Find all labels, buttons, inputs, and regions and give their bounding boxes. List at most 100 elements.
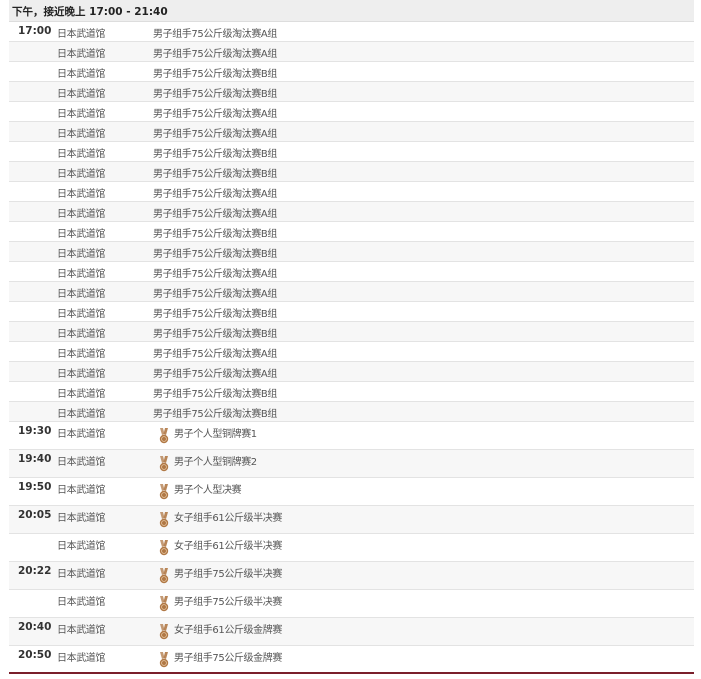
row-event: 男子组手75公斤级金牌赛 [174,653,282,664]
schedule-row: 日本武道馆 女子组手61公斤级半决赛 [9,534,694,562]
schedule-row: 日本武道馆 男子组手75公斤级淘汰赛B组 [9,162,694,182]
medal-icon [159,568,169,584]
row-venue: 日本武道馆 [57,485,105,496]
row-venue: 日本武道馆 [57,597,105,608]
medal-icon [159,624,169,640]
row-venue: 日本武道馆 [57,289,105,300]
row-event: 男子个人型决赛 [174,485,242,496]
row-venue: 日本武道馆 [57,513,105,524]
medal-icon [159,512,169,528]
row-venue: 日本武道馆 [57,409,105,420]
row-venue: 日本武道馆 [57,329,105,340]
row-time: 19:50 [18,481,52,493]
medal-icon [159,540,169,556]
row-event: 女子组手61公斤级半决赛 [174,541,282,552]
schedule-row: 日本武道馆 男子组手75公斤级淘汰赛B组 [9,82,694,102]
schedule-table: 下午，接近晚上 17:00 - 21:40 17:00 日本武道馆 男子组手75公斤… [9,0,694,674]
medal-icon [159,596,169,612]
row-venue: 日本武道馆 [57,189,105,200]
row-event: 男子组手75公斤级淘汰赛B组 [153,149,277,160]
row-event: 男子组手75公斤级淘汰赛A组 [153,209,277,220]
schedule-row: 日本武道馆 男子组手75公斤级淘汰赛A组 [9,202,694,222]
row-event: 男子组手75公斤级淘汰赛B组 [153,69,277,80]
schedule-row: 日本武道馆 男子组手75公斤级淘汰赛A组 [9,342,694,362]
schedule-row: 日本武道馆 男子组手75公斤级淘汰赛A组 [9,282,694,302]
row-event: 男子组手75公斤级淘汰赛B组 [153,309,277,320]
row-venue: 日本武道馆 [57,209,105,220]
row-time: 20:40 [18,621,52,633]
row-event: 男子组手75公斤级淘汰赛A组 [153,109,277,120]
schedule-row: 日本武道馆 男子组手75公斤级淘汰赛B组 [9,322,694,342]
schedule-row: 日本武道馆 男子组手75公斤级淘汰赛A组 [9,102,694,122]
medal-icon [159,456,169,472]
schedule-row: 日本武道馆 男子组手75公斤级淘汰赛A组 [9,182,694,202]
row-venue: 日本武道馆 [57,541,105,552]
row-venue: 日本武道馆 [57,389,105,400]
schedule-row: 20:05 日本武道馆 女子组手61公斤级半决赛 [9,506,694,534]
row-venue: 日本武道馆 [57,249,105,260]
row-event: 女子组手61公斤级半决赛 [174,513,282,524]
row-event: 男子个人型铜牌赛1 [174,429,257,440]
medal-icon [159,484,169,500]
row-event: 男子组手75公斤级淘汰赛B组 [153,409,277,420]
row-event: 男子组手75公斤级淘汰赛A组 [153,189,277,200]
schedule-row: 20:40 日本武道馆 女子组手61公斤级金牌赛 [9,618,694,646]
schedule-row: 日本武道馆 男子组手75公斤级淘汰赛B组 [9,402,694,422]
schedule-row: 日本武道馆 男子组手75公斤级淘汰赛A组 [9,362,694,382]
row-time: 19:30 [18,425,52,437]
row-venue: 日本武道馆 [57,349,105,360]
row-time: 20:22 [18,565,52,577]
row-event: 男子组手75公斤级淘汰赛B组 [153,249,277,260]
medal-icon [159,652,169,668]
schedule-row: 20:50 日本武道馆 男子组手75公斤级金牌赛 [9,646,694,674]
medal-icon [159,428,169,444]
row-event: 男子组手75公斤级淘汰赛A组 [153,129,277,140]
row-event: 男子组手75公斤级淘汰赛B组 [153,329,277,340]
schedule-row: 17:00 日本武道馆 男子组手75公斤级淘汰赛A组 [9,22,694,42]
schedule-row: 日本武道馆 男子组手75公斤级淘汰赛B组 [9,62,694,82]
row-event: 男子组手75公斤级淘汰赛B组 [153,89,277,100]
row-event: 男子组手75公斤级半决赛 [174,597,282,608]
row-event: 男子组手75公斤级淘汰赛A组 [153,289,277,300]
row-time: 20:50 [18,649,52,661]
row-venue: 日本武道馆 [57,229,105,240]
schedule-row: 日本武道馆 男子组手75公斤级淘汰赛A组 [9,262,694,282]
row-time: 19:40 [18,453,52,465]
row-event: 女子组手61公斤级金牌赛 [174,625,282,636]
row-venue: 日本武道馆 [57,29,105,40]
schedule-row: 日本武道馆 男子组手75公斤级淘汰赛A组 [9,122,694,142]
row-event: 男子组手75公斤级淘汰赛B组 [153,229,277,240]
schedule-row: 日本武道馆 男子组手75公斤级淘汰赛B组 [9,242,694,262]
row-venue: 日本武道馆 [57,625,105,636]
row-event: 男子组手75公斤级淘汰赛A组 [153,29,277,40]
schedule-row: 日本武道馆 男子组手75公斤级淘汰赛B组 [9,302,694,322]
row-event: 男子组手75公斤级半决赛 [174,569,282,580]
row-venue: 日本武道馆 [57,269,105,280]
row-venue: 日本武道馆 [57,429,105,440]
row-venue: 日本武道馆 [57,89,105,100]
schedule-row: 19:40 日本武道馆 男子个人型铜牌赛2 [9,450,694,478]
schedule-rows: 17:00 日本武道馆 男子组手75公斤级淘汰赛A组 日本武道馆 男子组手75公斤级淘汰… [9,22,694,674]
schedule-row: 日本武道馆 男子组手75公斤级淘汰赛B组 [9,142,694,162]
row-venue: 日本武道馆 [57,653,105,664]
row-time: 20:05 [18,509,52,521]
schedule-row: 20:22 日本武道馆 男子组手75公斤级半决赛 [9,562,694,590]
row-venue: 日本武道馆 [57,309,105,320]
schedule-row: 日本武道馆 男子组手75公斤级淘汰赛A组 [9,42,694,62]
row-event: 男子组手75公斤级淘汰赛B组 [153,389,277,400]
schedule-row: 19:30 日本武道馆 男子个人型铜牌赛1 [9,422,694,450]
row-venue: 日本武道馆 [57,569,105,580]
row-event: 男子组手75公斤级淘汰赛A组 [153,369,277,380]
row-venue: 日本武道馆 [57,49,105,60]
row-event: 男子组手75公斤级淘汰赛B组 [153,169,277,180]
row-venue: 日本武道馆 [57,69,105,80]
schedule-row: 19:50 日本武道馆 男子个人型决赛 [9,478,694,506]
row-time: 17:00 [18,25,52,37]
row-event: 男子个人型铜牌赛2 [174,457,257,468]
row-venue: 日本武道馆 [57,109,105,120]
row-venue: 日本武道馆 [57,149,105,160]
row-venue: 日本武道馆 [57,457,105,468]
schedule-row: 日本武道馆 男子组手75公斤级淘汰赛B组 [9,382,694,402]
row-event: 男子组手75公斤级淘汰赛A组 [153,269,277,280]
row-venue: 日本武道馆 [57,129,105,140]
